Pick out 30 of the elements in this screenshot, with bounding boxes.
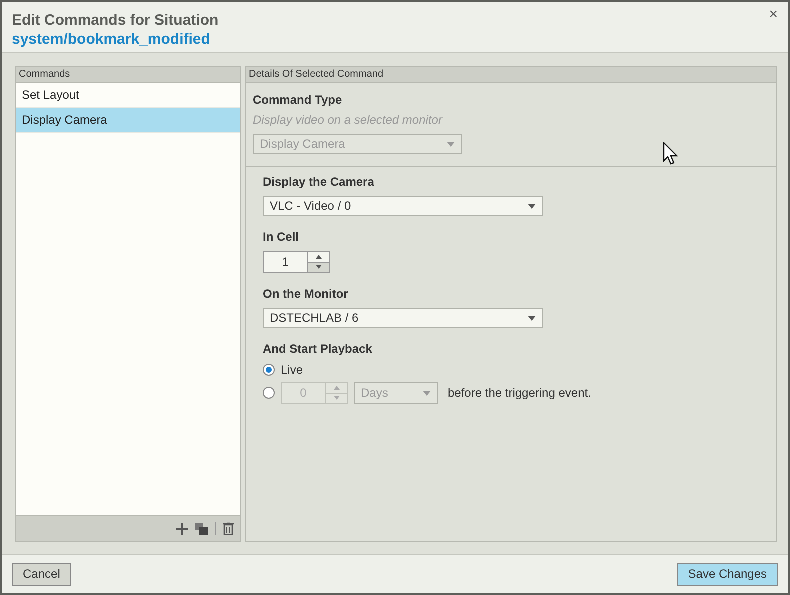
field-label: Command Type	[253, 93, 344, 107]
dropdown[interactable]: VLC - Video / 0	[263, 196, 543, 216]
copy-icon[interactable]	[195, 522, 208, 534]
mouse-cursor-icon	[663, 142, 679, 166]
radio-label: Live	[281, 363, 304, 377]
caret-icon	[447, 142, 455, 146]
field-label: In Cell	[263, 230, 300, 244]
radio-button[interactable]	[263, 364, 275, 376]
number-spinner[interactable]: 1	[263, 251, 330, 273]
panel-header: Details Of Selected Command	[246, 67, 776, 83]
field-label: On the Monitor	[263, 287, 348, 301]
down-arrow-icon[interactable]	[316, 265, 322, 270]
save-button[interactable]: Save Changes	[677, 562, 778, 586]
add-icon[interactable]	[176, 522, 188, 534]
panel-header: Commands	[16, 67, 240, 83]
dropdown[interactable]: DSTECHLAB / 6	[263, 308, 543, 328]
close-button[interactable]: ×	[767, 6, 780, 24]
caret-icon	[528, 204, 536, 208]
command-item[interactable]: Display Camera	[16, 108, 240, 133]
field-label: And Start Playback	[263, 342, 372, 356]
trash-icon[interactable]	[223, 522, 234, 535]
window-title: Edit Commands for Situation	[12, 11, 219, 30]
caret-icon	[528, 316, 536, 320]
caret-icon	[423, 390, 431, 396]
radio-label: before the triggering event.	[448, 386, 592, 400]
cancel-button[interactable]: Cancel	[12, 562, 72, 586]
command-description: Display video on a selected monitor	[253, 113, 444, 127]
field-label: Display the Camera	[263, 175, 374, 189]
up-arrow-icon[interactable]	[316, 254, 322, 259]
situation-name: system/bookmark_modified	[12, 30, 212, 49]
